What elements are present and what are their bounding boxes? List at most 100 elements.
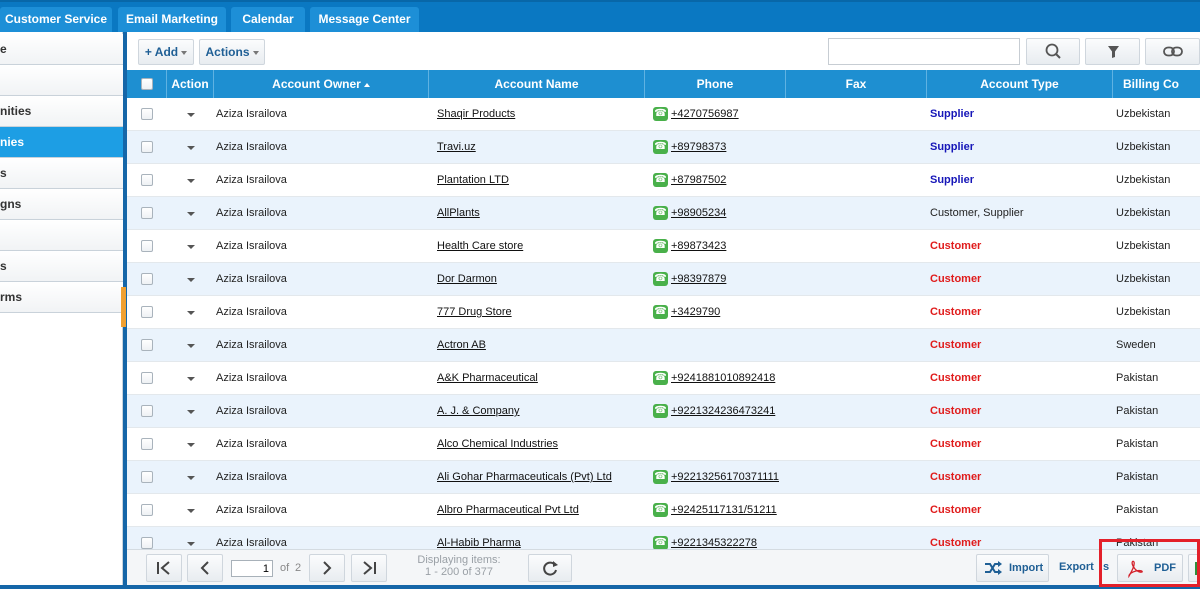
phone-icon[interactable]: ☎ (653, 371, 668, 385)
row-select-checkbox[interactable] (141, 504, 153, 516)
row-action-dropdown-icon[interactable] (187, 245, 195, 249)
phone-icon[interactable]: ☎ (653, 470, 668, 484)
tab-email-marketing[interactable]: Email Marketing (118, 7, 226, 34)
row-select-checkbox[interactable] (141, 240, 153, 252)
phone-link[interactable]: +9221345322278 (671, 527, 780, 549)
row-select-checkbox[interactable] (141, 438, 153, 450)
phone-icon[interactable]: ☎ (653, 173, 668, 187)
row-select-checkbox[interactable] (141, 174, 153, 186)
row-action-dropdown-icon[interactable] (187, 509, 195, 513)
row-action-dropdown-icon[interactable] (187, 113, 195, 117)
account-name-link[interactable]: Travi.uz (437, 131, 642, 164)
table-row[interactable]: Aziza Israilova A. J. & Company ☎ +92213242… (127, 395, 1200, 428)
row-action-dropdown-icon[interactable] (187, 344, 195, 348)
table-row[interactable]: Aziza Israilova A&K Pharmaceutical ☎ +92418… (127, 362, 1200, 395)
refresh-button[interactable] (528, 554, 572, 582)
row-action-dropdown-icon[interactable] (187, 377, 195, 381)
phone-link[interactable]: +92425117131/51211 (671, 494, 780, 527)
phone-link[interactable]: +98397879 (671, 263, 780, 296)
account-name-link[interactable]: Shaqir Products (437, 98, 642, 131)
table-row[interactable]: Aziza Israilova Actron AB Customer Sweden (127, 329, 1200, 362)
import-button[interactable]: Import (976, 554, 1049, 582)
row-select-checkbox[interactable] (141, 141, 153, 153)
row-action-dropdown-icon[interactable] (187, 311, 195, 315)
table-row[interactable]: Aziza Israilova 777 Drug Store ☎ +3429790 Cu… (127, 296, 1200, 329)
row-select-checkbox[interactable] (141, 207, 153, 219)
sidebar-item-1[interactable] (0, 65, 123, 96)
phone-link[interactable]: +89873423 (671, 230, 780, 263)
row-action-dropdown-icon[interactable] (187, 443, 195, 447)
table-row[interactable]: Aziza Israilova Health Care store ☎ +898734… (127, 230, 1200, 263)
link-button[interactable] (1145, 38, 1200, 65)
row-select-checkbox[interactable] (141, 306, 153, 318)
phone-link[interactable]: +4270756987 (671, 98, 780, 131)
row-select-checkbox[interactable] (141, 339, 153, 351)
table-row[interactable]: Aziza Israilova AllPlants ☎ +98905234 Custom… (127, 197, 1200, 230)
next-page-button[interactable] (309, 554, 345, 582)
row-action-dropdown-icon[interactable] (187, 146, 195, 150)
sidebar-item-6[interactable] (0, 220, 123, 251)
phone-icon[interactable]: ☎ (653, 404, 668, 418)
account-name-link[interactable]: 777 Drug Store (437, 296, 642, 329)
column-header-billing-country[interactable]: Billing Co (1113, 70, 1200, 98)
column-header-phone[interactable]: Phone (645, 70, 786, 98)
table-row[interactable]: Aziza Israilova Dor Darmon ☎ +98397879 Custo… (127, 263, 1200, 296)
account-name-link[interactable]: Albro Pharmaceutical Pvt Ltd (437, 494, 642, 527)
row-select-checkbox[interactable] (141, 471, 153, 483)
export-label[interactable]: Export (1059, 561, 1094, 573)
phone-icon[interactable]: ☎ (653, 239, 668, 253)
account-name-link[interactable]: Dor Darmon (437, 263, 642, 296)
row-select-checkbox[interactable] (141, 537, 153, 549)
row-select-checkbox[interactable] (141, 273, 153, 285)
phone-icon[interactable]: ☎ (653, 140, 668, 154)
sidebar-item-0[interactable]: e (0, 34, 123, 65)
account-name-link[interactable]: Plantation LTD (437, 164, 642, 197)
column-header-account-type[interactable]: Account Type (927, 70, 1113, 98)
account-name-link[interactable]: Actron AB (437, 329, 642, 362)
account-name-link[interactable]: A. J. & Company (437, 395, 642, 428)
table-row[interactable]: Aziza Israilova Travi.uz ☎ +89798373 Supplie… (127, 131, 1200, 164)
row-action-dropdown-icon[interactable] (187, 179, 195, 183)
row-select-checkbox[interactable] (141, 405, 153, 417)
table-row[interactable]: Aziza Israilova Alco Chemical Industries C… (127, 428, 1200, 461)
phone-link[interactable]: +98905234 (671, 197, 780, 230)
table-row[interactable]: Aziza Israilova Ali Gohar Pharmaceuticals… (127, 461, 1200, 494)
tab-calendar[interactable]: Calendar (231, 7, 305, 34)
phone-link[interactable]: +9221324236473241 (671, 395, 780, 428)
search-button[interactable] (1026, 38, 1080, 65)
phone-icon[interactable]: ☎ (653, 503, 668, 517)
column-header-account-name[interactable]: Account Name (429, 70, 645, 98)
row-select-checkbox[interactable] (141, 372, 153, 384)
table-row[interactable]: Aziza Israilova Albro Pharmaceutical Pvt … (127, 494, 1200, 527)
phone-link[interactable]: +87987502 (671, 164, 780, 197)
account-name-link[interactable]: Ali Gohar Pharmaceuticals (Pvt) Ltd (437, 461, 642, 494)
first-page-button[interactable] (146, 554, 182, 582)
account-name-link[interactable]: Alco Chemical Industries (437, 428, 642, 461)
account-name-link[interactable]: Health Care store (437, 230, 642, 263)
sidebar-item-forms[interactable]: rms (0, 282, 123, 313)
sidebar-item-7[interactable]: s (0, 251, 123, 282)
row-select-checkbox[interactable] (141, 108, 153, 120)
account-name-link[interactable]: Al-Habib Pharma (437, 527, 642, 549)
phone-link[interactable]: +92213256170371111 (671, 461, 780, 494)
tab-message-center[interactable]: Message Center (310, 7, 419, 34)
table-row[interactable]: Aziza Israilova Al-Habib Pharma ☎ +92213453… (127, 527, 1200, 549)
phone-icon[interactable]: ☎ (653, 536, 668, 549)
select-all-checkbox[interactable] (141, 78, 153, 90)
phone-link[interactable]: +89798373 (671, 131, 780, 164)
row-action-dropdown-icon[interactable] (187, 542, 195, 546)
phone-link[interactable]: +9241881010892418 (671, 362, 780, 395)
sidebar-item-4[interactable]: s (0, 158, 123, 189)
phone-icon[interactable]: ☎ (653, 107, 668, 121)
phone-icon[interactable]: ☎ (653, 272, 668, 286)
actions-button[interactable]: Actions (199, 39, 265, 65)
account-name-link[interactable]: AllPlants (437, 197, 642, 230)
phone-icon[interactable]: ☎ (653, 206, 668, 220)
account-name-link[interactable]: A&K Pharmaceutical (437, 362, 642, 395)
phone-icon[interactable]: ☎ (653, 305, 668, 319)
table-row[interactable]: Aziza Israilova Plantation LTD ☎ +87987502 S… (127, 164, 1200, 197)
sidebar-item-campaigns[interactable]: gns (0, 189, 123, 220)
row-action-dropdown-icon[interactable] (187, 410, 195, 414)
sidebar-collapse-handle[interactable] (121, 287, 126, 327)
tab-customer-service[interactable]: Customer Service (0, 7, 112, 34)
